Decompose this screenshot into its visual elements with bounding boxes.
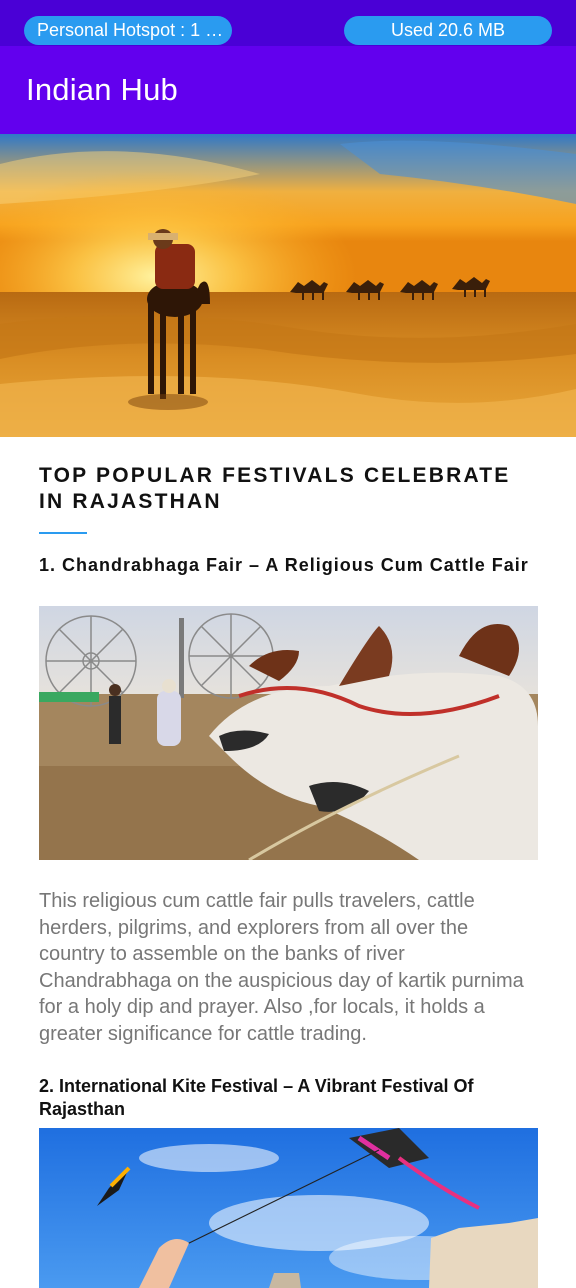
data-usage-indicator[interactable]: Used 20.6 MB — [344, 16, 552, 45]
festival-heading: 1. Chandrabhaga Fair – A Religious Cum C… — [39, 555, 529, 575]
data-usage-label: Used 20.6 MB — [390, 20, 506, 40]
app-title: Indian Hub — [26, 72, 178, 107]
hero-image — [0, 134, 576, 437]
kite-festival-photo — [39, 1128, 538, 1288]
hotspot-label: Personal Hotspot : 1 … — [37, 20, 224, 40]
app-bar: Indian Hub — [0, 46, 576, 134]
title-underline — [39, 532, 87, 534]
hotspot-indicator[interactable]: Personal Hotspot : 1 … — [24, 16, 232, 45]
festival-heading: 2. International Kite Festival – A Vibra… — [39, 1076, 474, 1119]
status-bar: Personal Hotspot : 1 … Used 20.6 MB — [0, 0, 576, 46]
festival-description: This religious cum cattle fair pulls tra… — [39, 890, 524, 1045]
article-title: TOP POPULAR FESTIVALS CELEBRATE IN RAJAS… — [39, 464, 511, 513]
chandrabhaga-fair-photo — [39, 606, 538, 860]
